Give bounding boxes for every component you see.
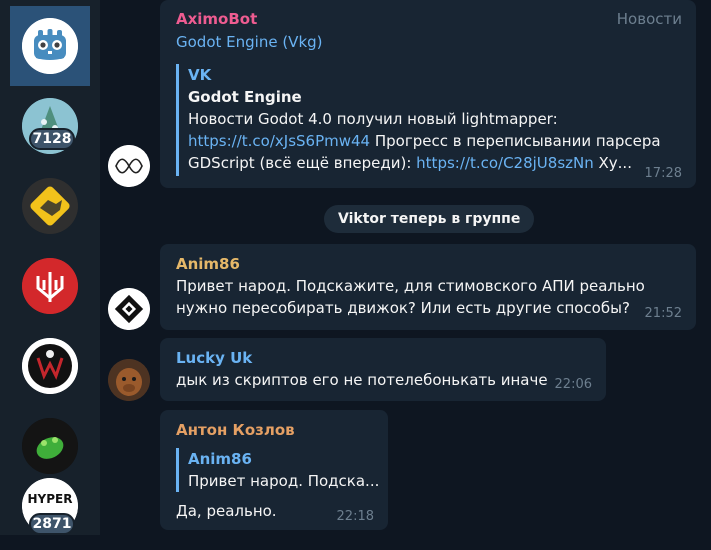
- anim86-avatar[interactable]: [108, 288, 150, 330]
- quote-title: VK: [188, 66, 212, 84]
- aximobot-avatar[interactable]: [108, 145, 150, 187]
- green-frog-avatar: [22, 418, 78, 474]
- godot-logo-icon: [22, 18, 78, 74]
- message-bubble-anim86[interactable]: Anim86 Привет народ. Подскажите, для сти…: [160, 244, 696, 330]
- message-bubble-aximobot[interactable]: AximoBot Новости Godot Engine (Vkg) VK G…: [160, 0, 696, 188]
- message-time: 22:06: [554, 377, 592, 392]
- sender-name[interactable]: Антон Козлов: [176, 421, 295, 439]
- unread-badge: 7128: [29, 128, 75, 150]
- quote-headline: Godot Engine: [188, 88, 302, 106]
- reply-text: Привет народ. Подска...: [188, 472, 380, 490]
- chat-list-sidebar: 7128 HYPER 2871: [0, 0, 100, 535]
- quote-link-1[interactable]: https://t.co/xJsS6Pmw44: [188, 132, 370, 150]
- forwarded-quote[interactable]: VK Godot Engine Новости Godot 4.0 получи…: [176, 64, 661, 176]
- reply-author: Anim86: [188, 450, 252, 468]
- message-time: 21:52: [644, 306, 682, 321]
- unread-badge: 2871: [29, 513, 75, 535]
- message-bubble-anton-kozlov[interactable]: Антон Козлов Anim86 Привет народ. Подска…: [160, 410, 388, 530]
- chat-item-handshake[interactable]: [10, 166, 90, 246]
- chat-item-godot[interactable]: [10, 6, 90, 86]
- handshake-avatar: [22, 178, 78, 234]
- message-time: 22:18: [336, 509, 374, 524]
- chat-item-red-trident[interactable]: [10, 246, 90, 326]
- chat-item-snow-tree[interactable]: 7128: [10, 86, 90, 166]
- via-link[interactable]: Godot Engine (Vkg): [176, 31, 323, 53]
- message-text: Да, реально.: [176, 502, 277, 520]
- message-time: 17:28: [644, 166, 682, 181]
- sender-name[interactable]: AximoBot: [176, 10, 257, 28]
- quote-line-1: Новости Godot 4.0 получил новый lightmap…: [188, 110, 558, 128]
- message-text-line-2: нужно пересобирать движок? Или есть друг…: [176, 299, 630, 317]
- chat-item-gothic-emblem[interactable]: [10, 326, 90, 406]
- red-trident-avatar: [22, 258, 78, 314]
- lucky-uk-avatar[interactable]: [108, 359, 150, 401]
- hyper-label: HYPER: [27, 492, 73, 506]
- service-message: Viktor теперь в группе: [324, 205, 535, 233]
- gothic-emblem-avatar: [22, 338, 78, 394]
- sender-name[interactable]: Lucky Uk: [176, 349, 252, 367]
- quote-line-3: GDScript (всё ещё впереди): https://t.co…: [188, 154, 632, 172]
- message-text: дык из скриптов его не потелебонькать ин…: [176, 371, 548, 389]
- quote-line-2: https://t.co/xJsS6Pmw44 Прогресс в переп…: [188, 132, 661, 150]
- sender-name[interactable]: Anim86: [176, 255, 240, 273]
- message-bubble-lucky-uk[interactable]: Lucky Uk дык из скриптов его не потелебо…: [160, 338, 606, 401]
- channel-tag: Новости: [616, 10, 682, 28]
- message-text-line-1: Привет народ. Подскажите, для стимовског…: [176, 277, 645, 295]
- quote-link-2[interactable]: https://t.co/C28jU8szNn: [416, 154, 594, 172]
- reply-quote[interactable]: Anim86 Привет народ. Подска...: [176, 448, 379, 492]
- chat-item-hyper[interactable]: HYPER 2871: [10, 470, 90, 550]
- chat-area: AximoBot Новости Godot Engine (Vkg) VK G…: [100, 0, 711, 535]
